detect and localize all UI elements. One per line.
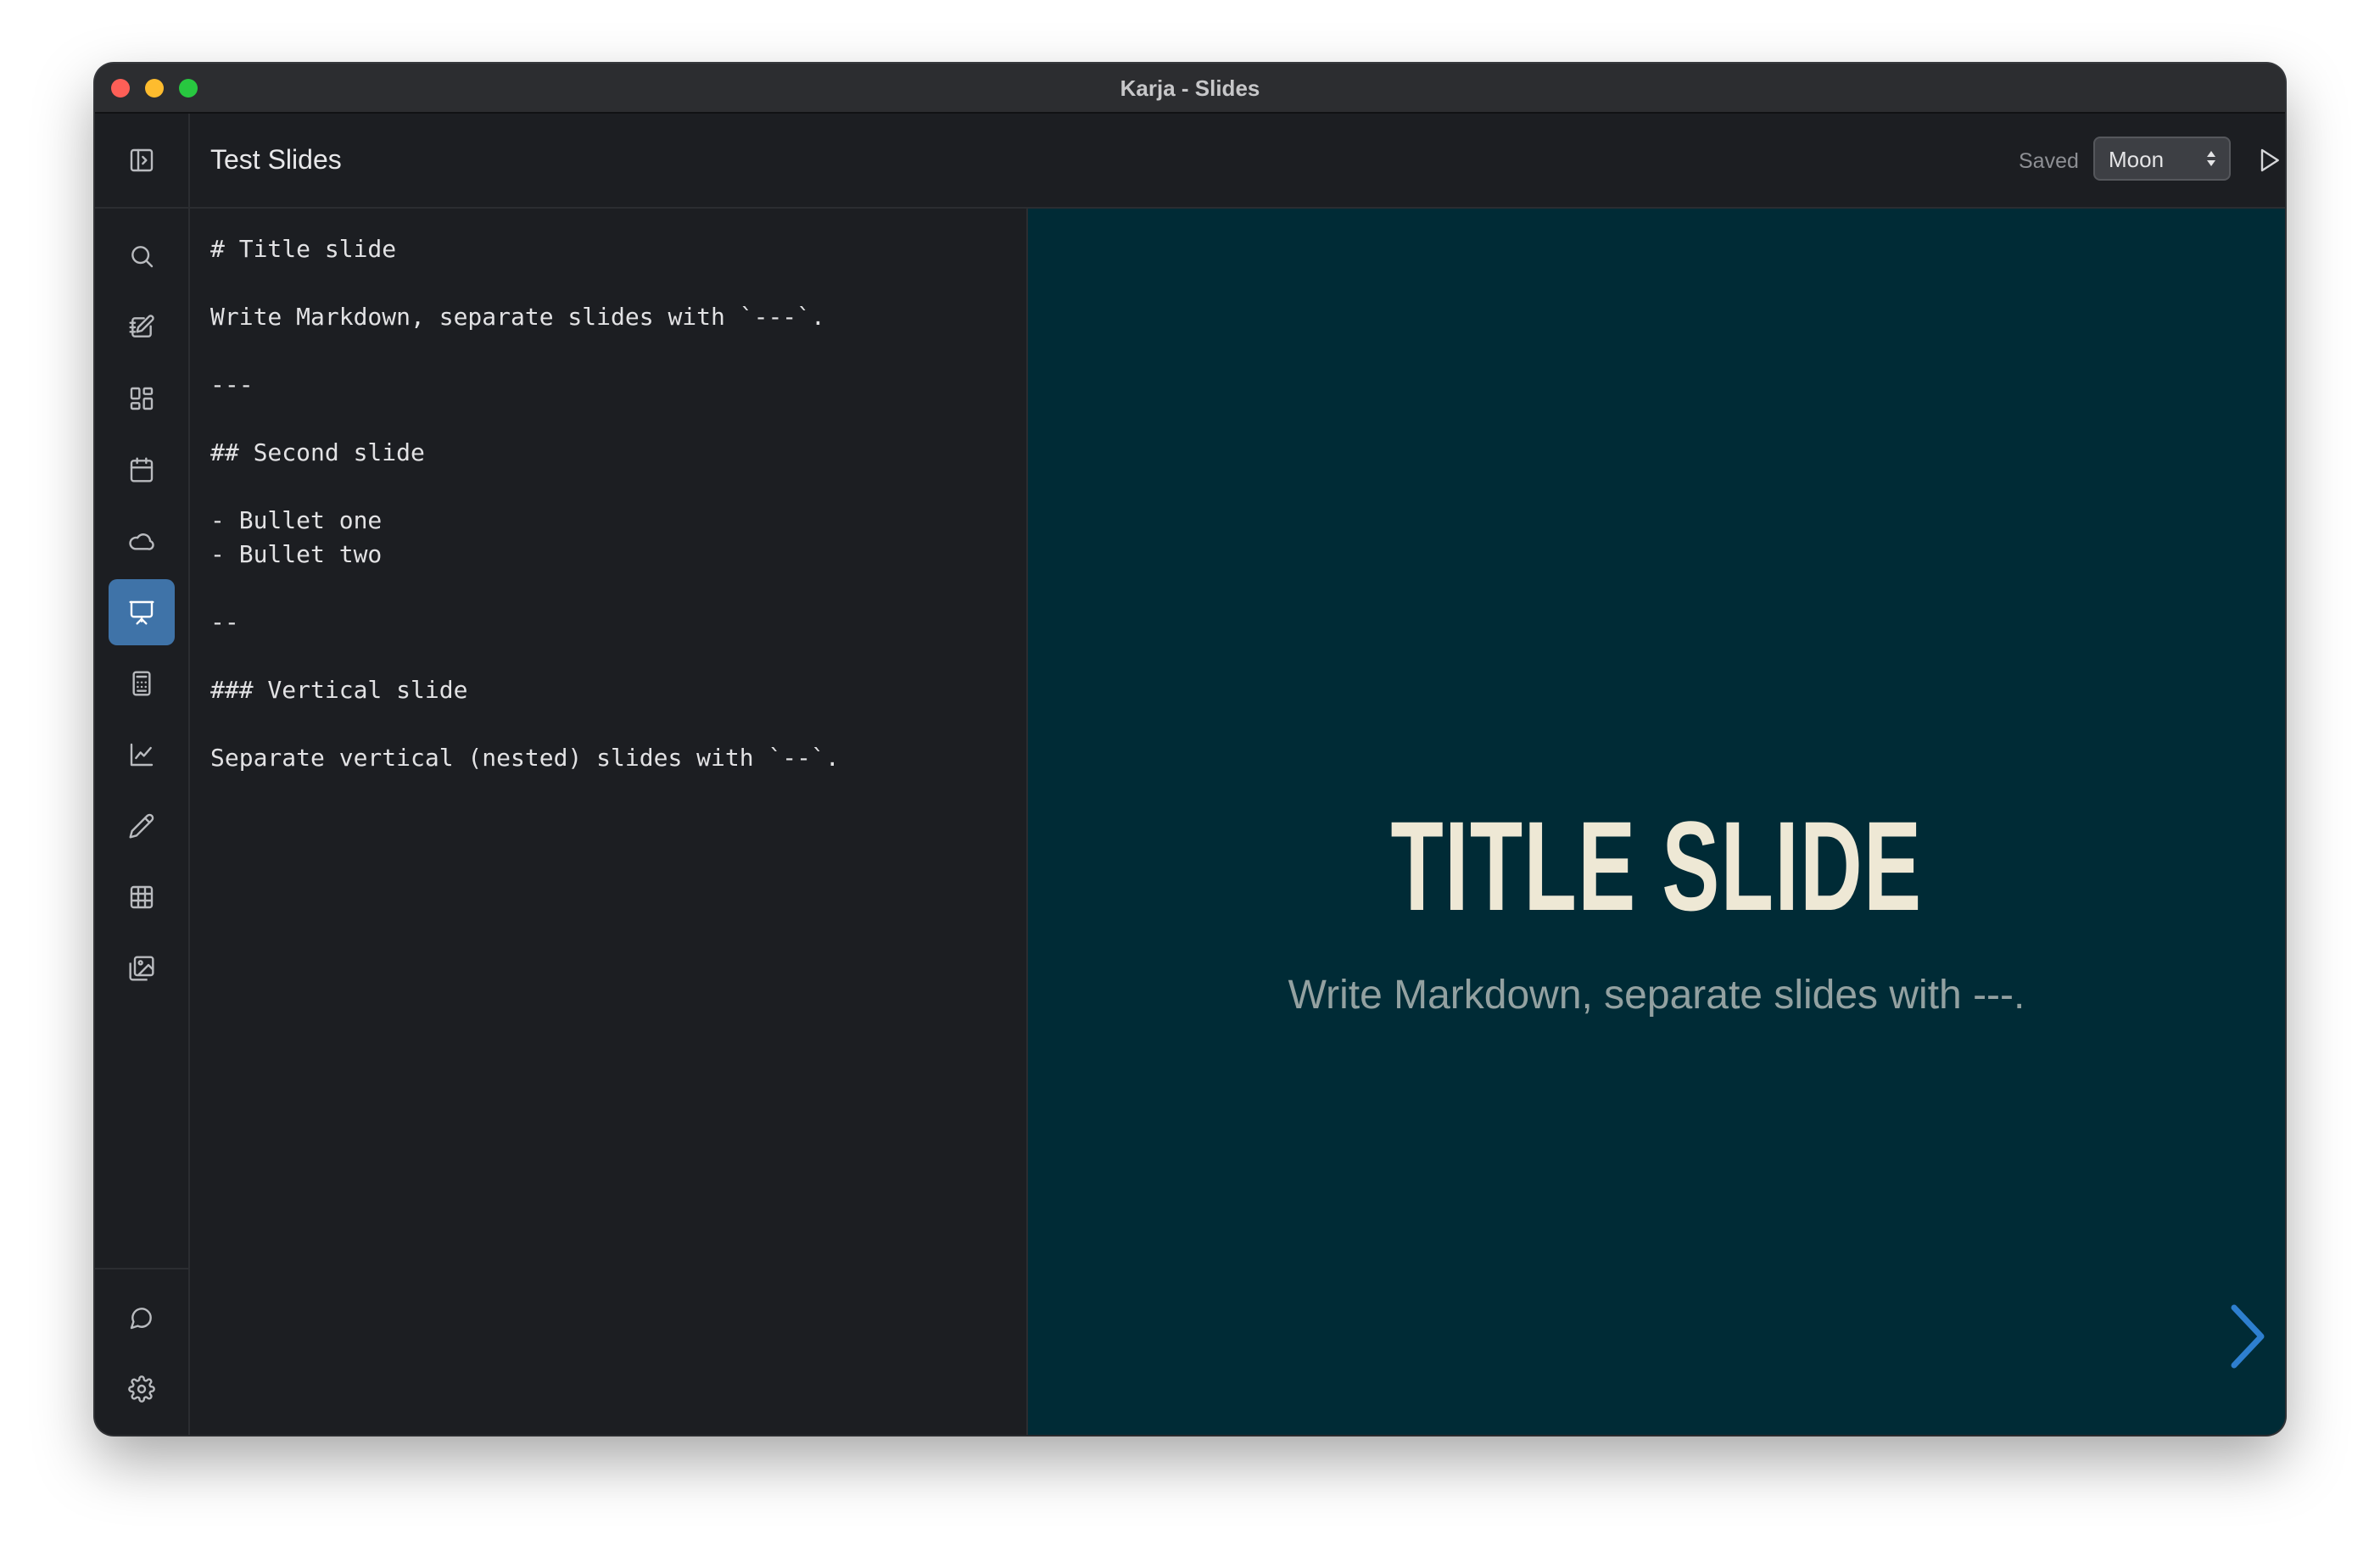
notes-icon <box>129 315 154 338</box>
app-window: Karja - Slides Test Slides Saved Moon # … <box>95 64 2285 1435</box>
sidebar-item-draw[interactable] <box>109 793 175 859</box>
sidebar-item-images[interactable] <box>109 935 175 1001</box>
sidebar-item-calendar[interactable] <box>109 437 175 503</box>
chat-button[interactable] <box>109 1285 175 1351</box>
slide-subtitle: Write Markdown, separate slides with ---… <box>1288 973 2025 1018</box>
sidebar-item-chart[interactable] <box>109 722 175 788</box>
chat-icon <box>130 1308 152 1330</box>
sidebar-item-cloud[interactable] <box>109 508 175 574</box>
sidebar-toggle-icon <box>130 148 154 172</box>
dashboard-icon <box>130 387 154 410</box>
sidebar-item-dashboard[interactable] <box>109 365 175 432</box>
sidebar-item-notes[interactable] <box>109 294 175 360</box>
editor-content[interactable]: # Title slide Write Markdown, separate s… <box>210 232 840 775</box>
calendar-icon <box>130 457 154 483</box>
images-icon <box>129 956 154 981</box>
sidebar-item-slides[interactable] <box>109 579 175 645</box>
markdown-editor[interactable]: # Title slide Write Markdown, separate s… <box>190 209 1028 1435</box>
chevron-right-icon[interactable] <box>2226 1303 2268 1370</box>
document-header: Test Slides Saved Moon <box>190 114 2285 209</box>
slides-icon <box>129 600 154 625</box>
sidebar-footer <box>95 1268 188 1435</box>
sidebar-toggle-button[interactable] <box>109 127 175 193</box>
play-icon <box>2260 148 2279 172</box>
chart-icon <box>130 743 154 767</box>
settings-icon <box>128 1375 155 1403</box>
window-title: Karja - Slides <box>1120 75 1260 101</box>
slide-title: TITLE SLIDE <box>1390 795 1923 937</box>
theme-select[interactable]: Moon <box>2093 137 2231 181</box>
save-status: Saved <box>2019 149 2079 173</box>
sidebar <box>95 114 190 1435</box>
title-bar: Karja - Slides <box>95 64 2285 114</box>
table-icon <box>130 885 154 909</box>
sidebar-item-table[interactable] <box>109 864 175 930</box>
cloud-icon <box>129 533 154 550</box>
search-icon <box>131 246 154 268</box>
pencil-icon <box>129 813 154 839</box>
slide-preview: TITLE SLIDE Write Markdown, separate sli… <box>1028 209 2285 1435</box>
settings-button[interactable] <box>109 1356 175 1422</box>
theme-select-value: Moon <box>2109 147 2165 172</box>
updown-caret-icon <box>2207 151 2215 166</box>
document-title: Test Slides <box>210 144 342 175</box>
sidebar-item-search[interactable] <box>109 223 175 289</box>
present-button[interactable] <box>2250 142 2285 179</box>
sidebar-header <box>95 114 188 209</box>
sidebar-item-calculator[interactable] <box>109 650 175 717</box>
calculator-icon <box>132 671 151 696</box>
